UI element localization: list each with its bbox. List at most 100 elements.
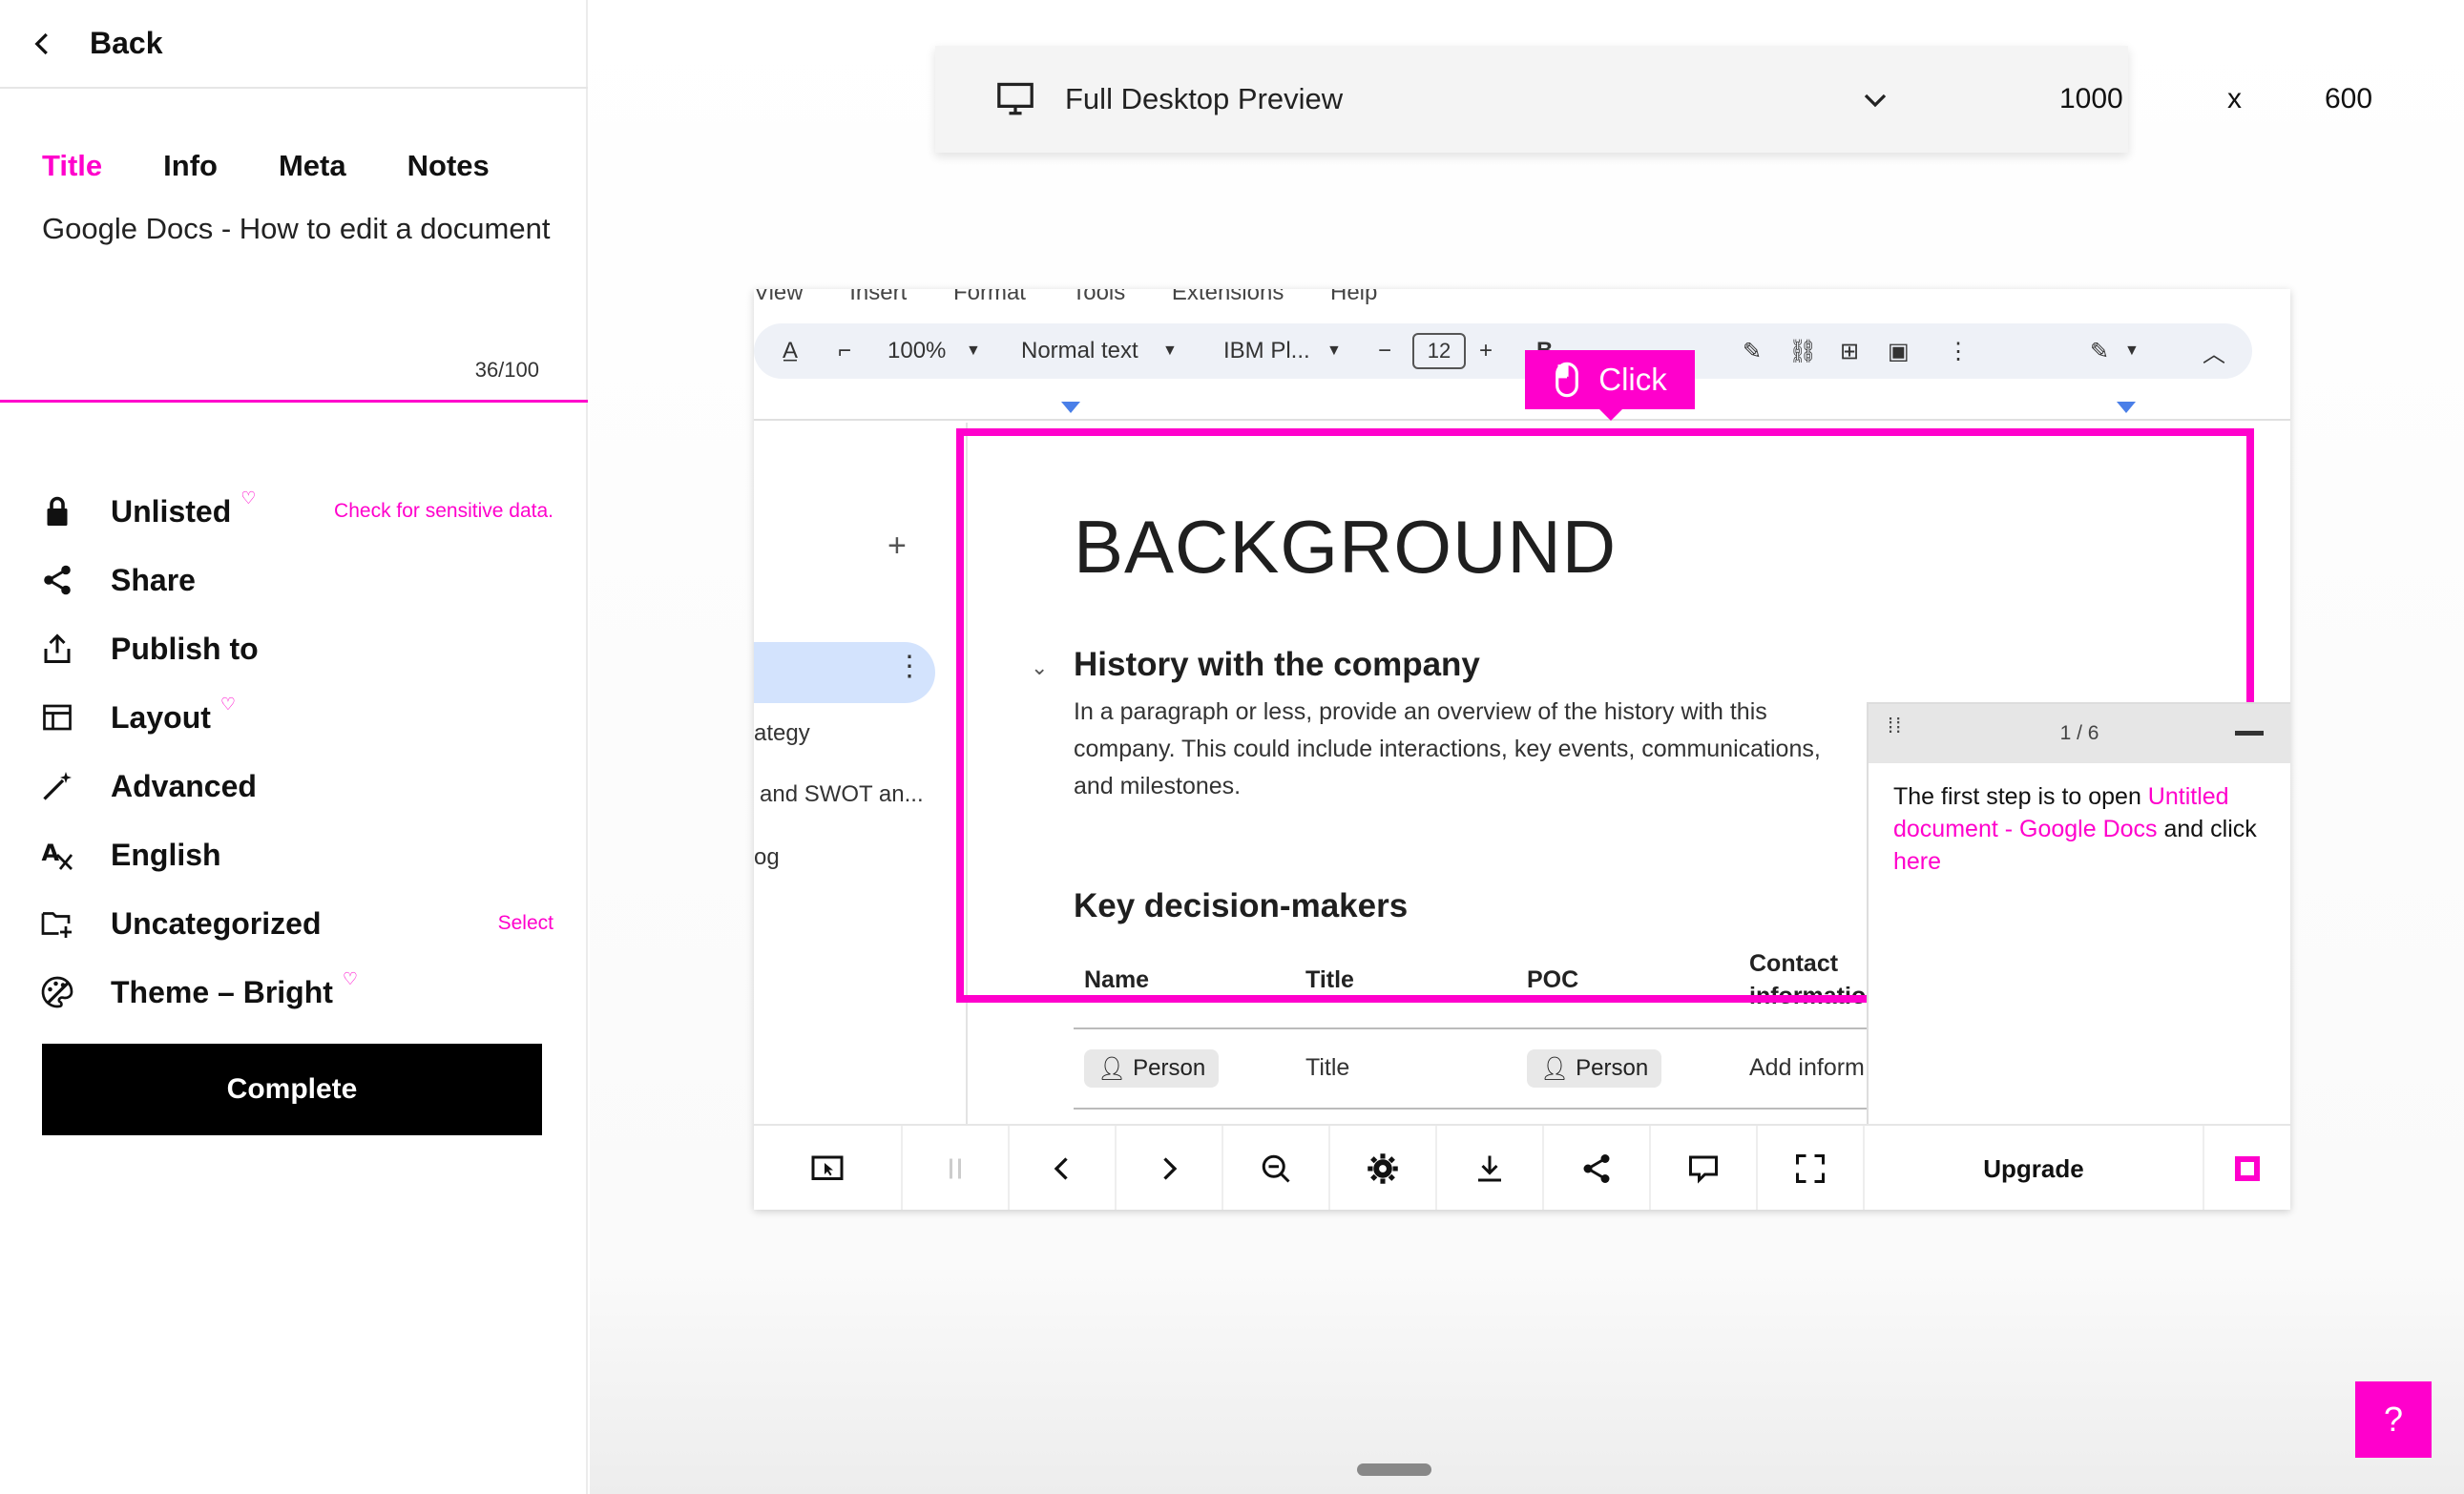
upgrade-button[interactable]: Upgrade xyxy=(1865,1126,2204,1210)
fullscreen-icon xyxy=(1796,1154,1825,1183)
gdoc-toolbar: A̲ ⌐ 100% ▼ Normal text ▼ IBM Pl... ▼ − … xyxy=(754,323,2252,379)
more-vert-icon: ⋮ xyxy=(1947,338,1970,364)
highlighter-icon: ✎ xyxy=(1743,338,1763,364)
fullscreen-button[interactable] xyxy=(1758,1126,1865,1210)
ruler-indent-marker xyxy=(1061,402,1080,413)
font-select: IBM Pl... xyxy=(1223,338,1310,363)
zoom-out-icon xyxy=(1262,1154,1290,1183)
caret-down-icon: ▼ xyxy=(966,342,981,359)
person-icon: 👤︎ xyxy=(1540,1055,1577,1082)
table-cell: Add inform xyxy=(1749,1054,1865,1081)
gdoc-menu-help: Help xyxy=(1330,289,1378,305)
share-button[interactable] xyxy=(1544,1126,1651,1210)
svg-text:A: A xyxy=(42,840,60,866)
previous-step-button[interactable] xyxy=(1010,1126,1117,1210)
settings-menu: Unlisted ♡ Check for sensitive data. Sha… xyxy=(38,477,554,1027)
menu-item-publish[interactable]: Publish to xyxy=(38,614,553,683)
gdoc-menu-bar: View Insert Format Tools Extensions Help xyxy=(754,289,1417,306)
menu-item-advanced[interactable]: Advanced xyxy=(38,752,553,820)
menu-item-unlisted[interactable]: Unlisted ♡ Check for sensitive data. xyxy=(38,477,553,546)
menu-item-share[interactable]: Share xyxy=(38,546,553,614)
outline-item: og xyxy=(754,844,780,870)
table-divider xyxy=(1074,1108,1952,1110)
font-size-box: 12 xyxy=(1412,333,1466,369)
menu-item-layout[interactable]: Layout ♡ xyxy=(38,683,553,752)
person-icon: 👤︎ xyxy=(1097,1055,1134,1082)
menu-label-advanced: Advanced xyxy=(111,768,257,803)
preview-mode-select[interactable]: Full Desktop Preview xyxy=(1065,82,1343,116)
screen-pointer-button[interactable] xyxy=(754,1126,903,1210)
ruler-indent-marker xyxy=(2117,402,2136,413)
tab-meta[interactable]: Meta xyxy=(279,149,346,183)
next-step-button[interactable] xyxy=(1117,1126,1223,1210)
settings-button[interactable] xyxy=(1330,1126,1437,1210)
lock-icon xyxy=(38,492,76,530)
mouse-icon xyxy=(1556,362,1579,398)
comment-icon xyxy=(1689,1155,1718,1184)
zoom-select: 100% xyxy=(887,338,947,363)
menu-label-layout: Layout xyxy=(111,699,211,735)
spellcheck-icon: A̲ xyxy=(783,338,799,363)
tab-notes[interactable]: Notes xyxy=(407,149,490,183)
drag-grip-icon[interactable]: ⁞⁞ xyxy=(1888,716,1903,737)
minimize-icon[interactable] xyxy=(2235,731,2264,736)
drag-handle[interactable] xyxy=(1357,1463,1431,1476)
image-icon: ▣ xyxy=(1888,338,1910,364)
pause-button[interactable] xyxy=(903,1126,1010,1210)
chip-label: Person xyxy=(1576,1055,1649,1081)
tab-info[interactable]: Info xyxy=(163,149,218,183)
preview-area: Full Desktop Preview 1000 x 600 View Ins… xyxy=(590,0,2464,1494)
share-icon xyxy=(1583,1154,1610,1183)
title-input[interactable]: Google Docs - How to edit a document xyxy=(42,212,550,246)
screen-pointer-icon xyxy=(811,1155,844,1180)
preview-height-input[interactable]: 600 xyxy=(2325,83,2372,115)
demo-player: View Insert Format Tools Extensions Help… xyxy=(754,289,2290,1210)
add-tab-icon: + xyxy=(887,528,907,564)
menu-label-share: Share xyxy=(111,562,196,597)
magic-wand-icon xyxy=(38,767,76,805)
complete-button[interactable]: Complete xyxy=(42,1044,542,1135)
step-link-here[interactable]: here xyxy=(1893,848,1941,875)
click-label: Click xyxy=(1598,362,1667,397)
gear-icon xyxy=(1368,1153,1398,1184)
preview-width-input[interactable]: 1000 xyxy=(2059,83,2123,115)
comment-button[interactable] xyxy=(1651,1126,1758,1210)
outline-item: and SWOT an... xyxy=(760,781,924,807)
dimension-separator: x xyxy=(2227,83,2242,114)
link-icon: ⛓ xyxy=(1788,338,1818,364)
outline-item: ategy xyxy=(754,720,810,746)
gem-icon: ♡ xyxy=(342,968,359,988)
menu-item-theme[interactable]: Theme – Bright ♡ xyxy=(38,958,553,1027)
more-vert-icon: ⋮ xyxy=(895,651,924,682)
check-sensitive-link[interactable]: Check for sensitive data. xyxy=(334,500,553,523)
sidebar-tabs: Title Info Meta Notes xyxy=(42,149,551,183)
gdoc-menu-format: Format xyxy=(952,289,1026,305)
folder-add-icon xyxy=(38,904,76,943)
help-button[interactable]: ? xyxy=(2355,1381,2432,1458)
person-chip: 👤︎ Person xyxy=(1084,1049,1220,1088)
badge-caret xyxy=(1599,409,1622,421)
player-controls: Upgrade xyxy=(754,1124,2290,1210)
person-chip: 👤︎ Person xyxy=(1527,1049,1662,1088)
tab-title[interactable]: Title xyxy=(42,149,102,183)
gdoc-menu-extensions: Extensions xyxy=(1171,289,1284,305)
zoom-out-button[interactable] xyxy=(1223,1126,1330,1210)
minus-icon: − xyxy=(1378,338,1392,363)
caret-down-icon: ▼ xyxy=(2124,342,2140,359)
chevron-right-icon xyxy=(1163,1157,1178,1180)
select-category-link[interactable]: Select xyxy=(498,912,553,935)
download-button[interactable] xyxy=(1437,1126,1544,1210)
title-underline xyxy=(0,400,588,403)
share-icon xyxy=(38,561,76,599)
menu-item-category[interactable]: Uncategorized Select xyxy=(38,889,553,958)
menu-label-unlisted: Unlisted xyxy=(111,493,232,529)
preview-toolbar: Full Desktop Preview 1000 x 600 xyxy=(935,46,2372,153)
click-badge: Click xyxy=(1525,350,1695,409)
pause-icon xyxy=(950,1158,961,1179)
layout-icon xyxy=(38,698,76,737)
menu-item-language[interactable]: A English xyxy=(38,820,553,889)
gdoc-menu-insert: Insert xyxy=(849,289,908,305)
back-button[interactable]: Back xyxy=(0,0,588,89)
stop-button[interactable] xyxy=(2204,1126,2290,1210)
chevron-down-icon[interactable] xyxy=(1859,86,1891,114)
